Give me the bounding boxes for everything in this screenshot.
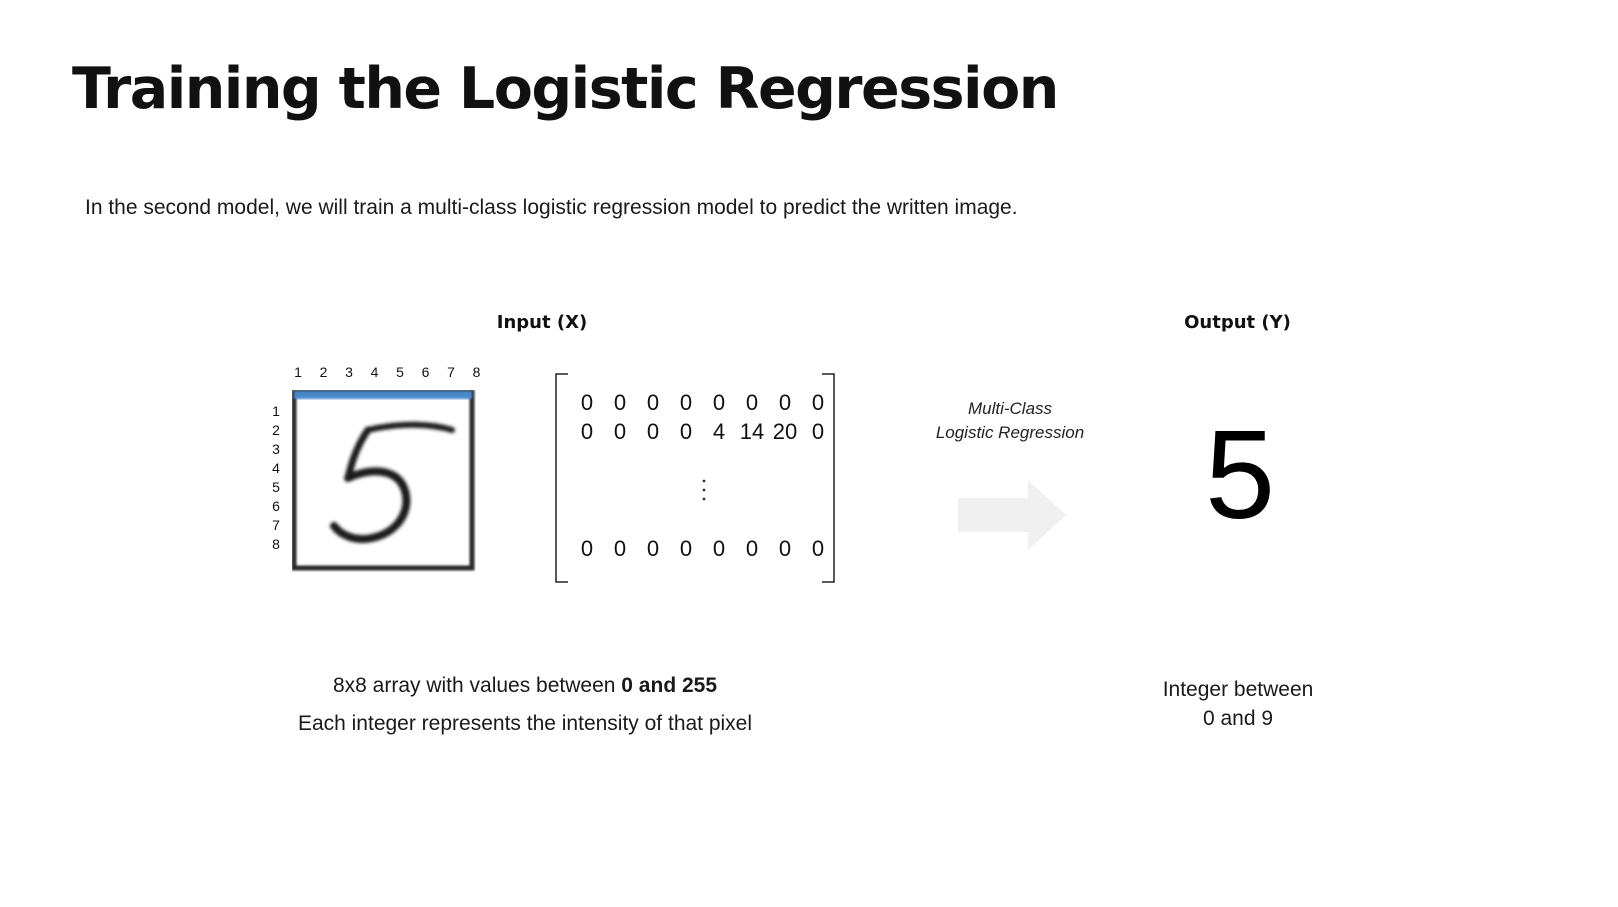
model-label-line1: Multi-Class <box>967 399 1053 418</box>
pixel-matrix: 0 0 0 0 0 0 0 0 0 0 0 0 4 14 20 0 0 0 0 … <box>554 372 844 584</box>
input-caption-prefix: 8x8 array with values between <box>332 674 622 697</box>
row-index: 7 <box>272 517 280 533</box>
column-index: 2 <box>319 364 328 380</box>
matrix-cell: 0 <box>712 390 726 415</box>
output-caption: Integer between 0 and 9 <box>1100 675 1376 733</box>
column-index: 3 <box>345 364 353 380</box>
column-indices: 1 2 3 4 5 6 7 8 <box>290 364 486 384</box>
matrix-cell: 0 <box>745 390 759 415</box>
vertical-ellipsis-icon <box>702 479 706 501</box>
matrix-cell: 0 <box>679 536 693 561</box>
matrix-cell: 0 <box>811 536 825 561</box>
column-index: 4 <box>370 364 379 380</box>
output-digit: 5 <box>1204 404 1276 545</box>
row-index: 8 <box>272 536 280 552</box>
row-index: 1 <box>272 403 280 419</box>
row-index: 2 <box>272 422 280 438</box>
row-index: 3 <box>272 441 280 457</box>
digit-5-icon <box>291 389 476 572</box>
matrix-cell: 0 <box>679 419 693 444</box>
row-index: 5 <box>272 479 280 495</box>
right-arrow-icon <box>958 480 1066 550</box>
model-label: Multi-Class Logistic Regression <box>910 397 1110 445</box>
matrix-cell: 0 <box>679 390 693 415</box>
input-heading: Input (X) <box>496 312 588 333</box>
column-index: 1 <box>294 364 302 380</box>
matrix-ellipsis <box>698 476 710 506</box>
input-caption: 8x8 array with values between 0 and 255 … <box>230 667 820 743</box>
matrix-cell: 0 <box>646 536 660 561</box>
column-index: 5 <box>396 364 404 380</box>
matrix-cell: 4 <box>712 419 726 444</box>
matrix-cell: 20 <box>772 419 798 444</box>
input-caption-line2: Each integer represents the intensity of… <box>297 712 753 735</box>
input-caption-line1: 8x8 array with values between 0 and 255 <box>230 667 820 705</box>
row-index: 6 <box>272 498 280 514</box>
slide-subtitle: In the second model, we will train a mul… <box>85 196 1018 219</box>
column-index: 8 <box>472 364 481 380</box>
row-indices: 1 2 3 4 5 6 7 8 <box>268 403 284 563</box>
handwritten-digit-image <box>291 389 476 572</box>
matrix-row: 0 0 0 0 4 14 20 0 <box>570 419 834 447</box>
matrix-cell: 0 <box>646 419 660 444</box>
matrix-cell: 0 <box>580 419 594 444</box>
matrix-row: 0 0 0 0 0 0 0 0 <box>570 536 834 564</box>
matrix-cell: 0 <box>613 536 627 561</box>
matrix-cell: 0 <box>613 419 627 444</box>
matrix-cell: 0 <box>580 390 594 415</box>
output-caption-line1: Integer between <box>1162 678 1314 701</box>
matrix-cell: 0 <box>712 536 726 561</box>
row-index: 4 <box>272 460 280 476</box>
matrix-cell: 14 <box>739 419 765 444</box>
column-index: 6 <box>421 364 430 380</box>
matrix-cell: 0 <box>811 419 825 444</box>
matrix-cell: 0 <box>580 536 594 561</box>
slide-title: Training the Logistic Regression <box>72 56 1059 122</box>
matrix-cell: 0 <box>811 390 825 415</box>
matrix-cell: 0 <box>745 536 759 561</box>
matrix-cell: 0 <box>778 390 792 415</box>
matrix-cell: 0 <box>613 390 627 415</box>
matrix-cell: 0 <box>778 536 792 561</box>
model-label-line2: Logistic Regression <box>935 423 1085 442</box>
output-caption-line2: 0 and 9 <box>1202 707 1274 730</box>
column-index: 7 <box>447 364 455 380</box>
matrix-row: 0 0 0 0 0 0 0 0 <box>570 390 834 418</box>
input-caption-range: 0 and 255 <box>621 674 718 697</box>
output-heading: Output (Y) <box>1184 312 1291 333</box>
arrow-shape <box>958 480 1066 550</box>
matrix-cell: 0 <box>646 390 660 415</box>
